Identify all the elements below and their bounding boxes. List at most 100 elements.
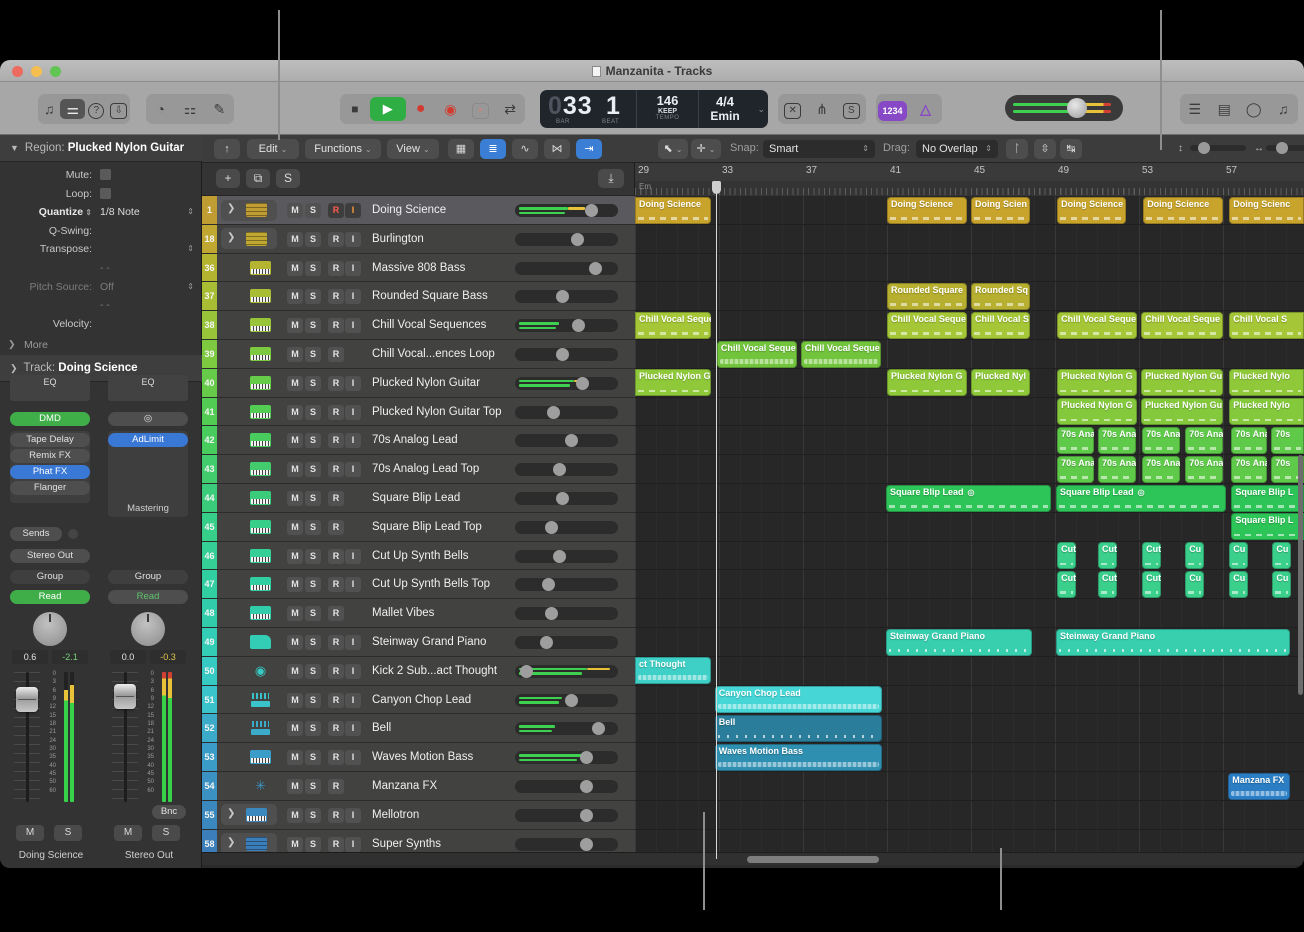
midi-fx-slot[interactable]: ◎ xyxy=(108,412,188,426)
record-enable-button[interactable]: R xyxy=(328,606,344,621)
list-editors-icon[interactable]: ☰ xyxy=(1180,101,1210,118)
mute-button[interactable]: M xyxy=(287,664,303,679)
audio-fx-slot[interactable]: Flanger xyxy=(10,481,90,495)
record-enable-button[interactable]: R xyxy=(328,232,344,247)
region[interactable]: Steinway Grand Piano xyxy=(1056,629,1290,656)
horizontal-scrollbar-thumb[interactable] xyxy=(747,856,879,863)
region[interactable]: Plucked Nylon Gu xyxy=(1141,398,1223,425)
pointer-tool-menu[interactable]: ⬉ ⌄ xyxy=(658,139,688,159)
playhead-handle[interactable] xyxy=(712,181,721,194)
disclosure-chevron-icon[interactable]: ❯ xyxy=(227,837,235,848)
solo-button[interactable]: S xyxy=(305,549,321,564)
track-volume-knob[interactable] xyxy=(565,434,578,447)
pan-knob[interactable] xyxy=(131,612,165,646)
region[interactable]: Chill Vocal Seque xyxy=(1057,312,1137,339)
track-volume-knob[interactable] xyxy=(576,377,589,390)
track-volume-slider[interactable] xyxy=(515,665,618,678)
region[interactable]: Chill Vocal Seque xyxy=(801,341,881,368)
mixer-icon[interactable]: ⚏ xyxy=(175,101,204,118)
lcd-position[interactable]: 033 1 BAR BEAT xyxy=(540,90,637,128)
track-lane[interactable] xyxy=(635,657,1304,686)
parameter-stepper-icon[interactable]: ⇕ xyxy=(187,282,194,291)
region[interactable]: Chill Vocal S xyxy=(971,312,1030,339)
catch-playhead-button[interactable]: ⇥ xyxy=(576,139,602,159)
track-volume-slider[interactable] xyxy=(515,521,618,534)
track-volume-slider[interactable] xyxy=(515,262,618,275)
mute-button[interactable]: M xyxy=(287,808,303,823)
solo-button[interactable]: S xyxy=(305,693,321,708)
track-volume-knob[interactable] xyxy=(556,290,569,303)
region[interactable]: Plucked Nylon G xyxy=(887,369,967,396)
track-header-row[interactable]: 49MSRISteinway Grand Piano xyxy=(202,628,635,657)
record-enable-button[interactable]: R xyxy=(328,520,344,535)
track-header-row[interactable]: 47MSRICut Up Synth Bells Top xyxy=(202,570,635,599)
input-monitor-button[interactable]: I xyxy=(345,433,361,448)
parameter-stepper-icon[interactable]: ⇕ xyxy=(187,244,194,253)
solo-button[interactable]: S xyxy=(305,289,321,304)
view-menu[interactable]: View ⌄ xyxy=(387,139,439,159)
solo-button[interactable]: S xyxy=(305,721,321,736)
solo-button[interactable]: S xyxy=(305,606,321,621)
disclosure-chevron-icon[interactable]: ❯ xyxy=(227,203,235,214)
region[interactable]: Cut xyxy=(1098,571,1117,598)
tuner-icon[interactable]: ⋔ xyxy=(807,101,836,118)
region[interactable]: Chill Vocal S xyxy=(1229,312,1304,339)
parameter-checkbox[interactable] xyxy=(100,169,111,180)
mute-button[interactable]: M xyxy=(287,318,303,333)
vertical-scrollbar[interactable] xyxy=(1298,455,1303,695)
solo-button[interactable]: S xyxy=(305,664,321,679)
parameter-value[interactable]: - - xyxy=(100,262,110,274)
solo-button[interactable]: S xyxy=(305,318,321,333)
input-monitor-button[interactable]: I xyxy=(345,664,361,679)
region[interactable]: Plucked Nylo xyxy=(1229,369,1304,396)
eq-display[interactable]: EQ xyxy=(10,375,90,401)
track-lane[interactable] xyxy=(635,225,1304,254)
input-monitor-button[interactable]: I xyxy=(345,635,361,650)
strip-mute-button[interactable]: M xyxy=(16,825,44,841)
group-button[interactable]: Group xyxy=(10,570,90,584)
track-header-row[interactable]: 55❯MSRIMellotron xyxy=(202,801,635,830)
parameter-checkbox[interactable] xyxy=(100,188,111,199)
solo-button[interactable]: S xyxy=(305,433,321,448)
track-volume-knob[interactable] xyxy=(542,578,555,591)
strip-solo-button[interactable]: S xyxy=(152,825,180,841)
region[interactable]: Manzana FX xyxy=(1228,773,1290,800)
mute-button[interactable]: M xyxy=(287,376,303,391)
track-volume-knob[interactable] xyxy=(520,665,533,678)
quick-help-icon[interactable]: ? xyxy=(85,100,107,119)
pan-knob[interactable] xyxy=(33,612,67,646)
media-library-icon[interactable]: ♫ xyxy=(38,101,60,117)
record-enable-button[interactable]: R xyxy=(328,664,344,679)
lcd-tempo[interactable]: 146 KEEP TEMPO xyxy=(637,90,699,128)
track-header-row[interactable]: 1❯MSRIDoing Science xyxy=(202,196,635,225)
solo-button[interactable]: S xyxy=(305,462,321,477)
functions-menu[interactable]: Functions ⌄ xyxy=(305,139,381,159)
region[interactable]: Canyon Chop Lead xyxy=(715,686,882,713)
track-header-row[interactable]: 18❯MSRIBurlington xyxy=(202,225,635,254)
track-header-row[interactable]: 46MSRICut Up Synth Bells xyxy=(202,542,635,571)
region-inspector-header[interactable]: ▼Region: Plucked Nylon Guitar xyxy=(0,135,202,162)
audio-fx-slot[interactable]: Tape Delay xyxy=(10,433,90,447)
track-header-row[interactable]: 37MSRIRounded Square Bass xyxy=(202,282,635,311)
vertical-zoom-slider[interactable] xyxy=(1190,145,1246,151)
midi-fx-slot[interactable]: DMD xyxy=(10,412,90,426)
track-volume-slider[interactable] xyxy=(515,578,618,591)
more-disclosure[interactable]: ❯ More xyxy=(0,337,202,354)
metronome-button[interactable]: △ xyxy=(909,101,942,118)
record-enable-button[interactable]: R xyxy=(328,549,344,564)
parameter-value[interactable]: 1/8 Note xyxy=(100,206,140,218)
track-lane[interactable] xyxy=(635,772,1304,801)
region[interactable]: Cu xyxy=(1229,571,1248,598)
region[interactable]: Cut xyxy=(1142,571,1161,598)
track-volume-slider[interactable] xyxy=(515,319,618,332)
input-monitor-button[interactable]: I xyxy=(345,577,361,592)
region[interactable]: Cut xyxy=(1142,542,1161,569)
track-volume-knob[interactable] xyxy=(572,319,585,332)
track-header-row[interactable]: 42MSRI70s Analog Lead xyxy=(202,426,635,455)
region[interactable]: 70s Ana xyxy=(1231,427,1267,454)
track-header-row[interactable]: 48MSRMallet Vibes xyxy=(202,599,635,628)
track-volume-knob[interactable] xyxy=(556,492,569,505)
editors-icon[interactable]: ✎ xyxy=(205,101,234,118)
region[interactable]: Cu xyxy=(1272,571,1291,598)
solo-button[interactable]: S xyxy=(305,837,321,852)
